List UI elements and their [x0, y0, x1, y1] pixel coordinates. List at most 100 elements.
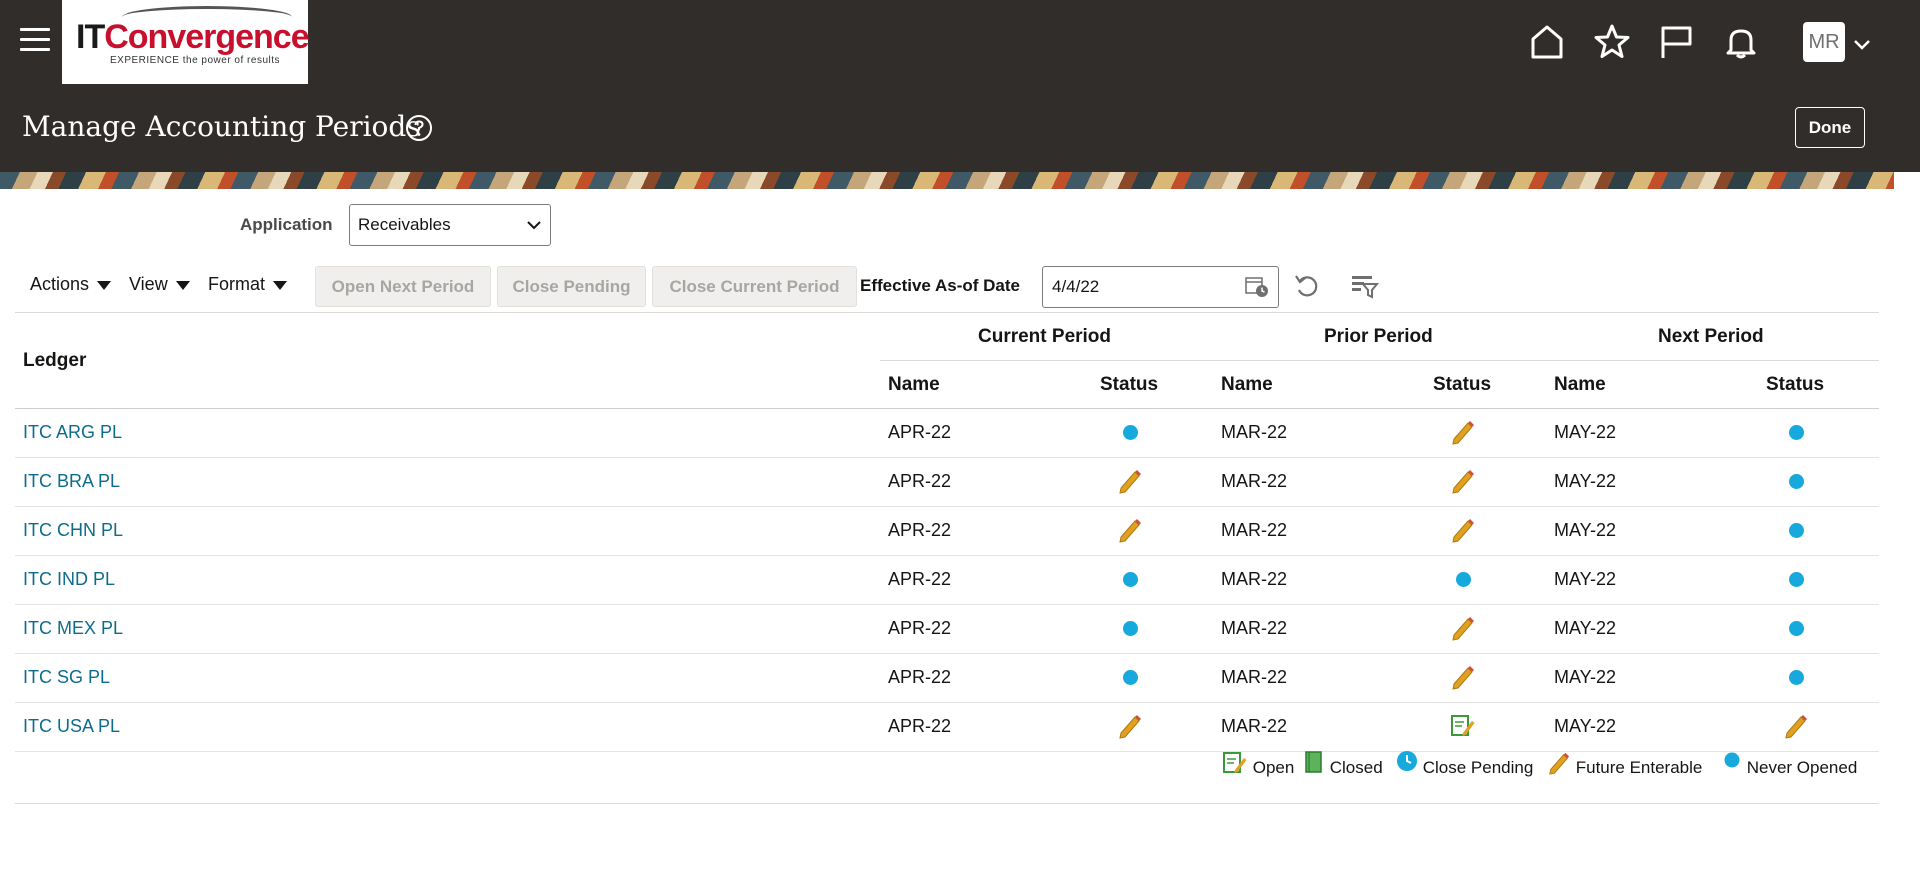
row-divider	[15, 506, 1879, 507]
closed-status-icon	[1305, 751, 1322, 773]
table-top-border	[15, 312, 1879, 313]
next-status-never-opened-icon	[1789, 425, 1804, 440]
current-status-future-enterable-icon	[1117, 517, 1143, 543]
prior-period-name: MAR-22	[1221, 618, 1288, 638]
current-status-never-opened-icon	[1123, 670, 1138, 685]
group-header-divider	[880, 360, 1879, 361]
ledger-link[interactable]: ITC MEX PL	[23, 618, 123, 639]
chevron-down-icon[interactable]	[1850, 32, 1874, 56]
prior-status-future-enterable-icon	[1450, 664, 1476, 690]
row-divider	[15, 457, 1879, 458]
next-period-name: MAY-22	[1554, 716, 1617, 736]
prior-status-future-enterable-icon	[1450, 468, 1476, 494]
next-period-name: MAY-22	[1554, 569, 1617, 589]
help-icon[interactable]	[405, 114, 433, 142]
current-status-never-opened-icon	[1123, 425, 1138, 440]
actions-menu[interactable]: Actions	[30, 274, 112, 295]
next-period-name: MAY-22	[1554, 520, 1617, 540]
prior-status-future-enterable-icon	[1450, 615, 1476, 641]
user-avatar[interactable]: MR	[1803, 22, 1845, 62]
current-period-name: APR-22	[888, 667, 952, 687]
row-divider	[15, 555, 1879, 556]
prior-status-future-enterable-icon	[1450, 517, 1476, 543]
prior-period-name: MAR-22	[1221, 471, 1288, 491]
prior-status-never-opened-icon	[1456, 572, 1471, 587]
next-period-name: MAY-22	[1554, 422, 1617, 442]
calendar-icon[interactable]	[1244, 275, 1270, 299]
next-status-never-opened-icon	[1789, 572, 1804, 587]
flag-icon[interactable]	[1656, 22, 1696, 62]
legend-bottom-border	[15, 803, 1879, 804]
prior-period-name: MAR-22	[1221, 569, 1288, 589]
view-menu[interactable]: View	[129, 274, 190, 295]
next-status-never-opened-icon	[1789, 621, 1804, 636]
prior-period-group-header: Prior Period	[1324, 326, 1433, 347]
ledger-link[interactable]: ITC ARG PL	[23, 422, 122, 443]
header-bottom-border	[15, 408, 1879, 409]
open-next-period-button[interactable]: Open Next Period	[315, 266, 491, 307]
format-menu[interactable]: Format	[208, 274, 288, 295]
future-enterable-status-icon	[1549, 752, 1570, 775]
row-divider	[15, 653, 1879, 654]
next-status-future-enterable-icon	[1783, 713, 1809, 739]
current-status-future-enterable-icon	[1117, 468, 1143, 494]
next-period-group-header: Next Period	[1658, 326, 1764, 347]
current-period-name: APR-22	[888, 520, 952, 540]
prior-period-name: MAR-22	[1221, 422, 1288, 442]
notifications-bell-icon[interactable]	[1721, 22, 1761, 62]
query-by-example-icon[interactable]	[1348, 270, 1380, 302]
current-period-name: APR-22	[888, 471, 952, 491]
next-period-name: MAY-22	[1554, 471, 1617, 491]
home-icon[interactable]	[1527, 22, 1567, 62]
ledger-link[interactable]: ITC USA PL	[23, 716, 120, 737]
company-logo[interactable]: ITConvergence EXPERIENCE the power of re…	[62, 0, 310, 84]
current-status-header[interactable]: Status	[1100, 374, 1158, 396]
current-status-never-opened-icon	[1123, 621, 1138, 636]
current-period-name: APR-22	[888, 618, 952, 638]
current-period-name: APR-22	[888, 716, 952, 736]
prior-period-name: MAR-22	[1221, 667, 1288, 687]
open-status-icon	[1223, 752, 1247, 773]
close-current-period-button[interactable]: Close Current Period	[652, 266, 857, 307]
application-label: Application	[240, 215, 333, 234]
next-period-name: MAY-22	[1554, 667, 1617, 687]
ledger-column-header[interactable]: Ledger	[23, 350, 86, 372]
page-title: Manage Accounting Periods	[22, 110, 421, 143]
application-select[interactable]: Receivables	[349, 204, 551, 246]
close-pending-status-icon	[1397, 751, 1417, 771]
current-period-group-header: Current Period	[978, 326, 1112, 347]
close-pending-button[interactable]: Close Pending	[497, 266, 646, 307]
prior-status-open-icon	[1450, 713, 1476, 739]
refresh-icon[interactable]	[1291, 270, 1323, 302]
current-status-never-opened-icon	[1123, 572, 1138, 587]
next-status-header[interactable]: Status	[1766, 374, 1824, 396]
next-status-never-opened-icon	[1789, 474, 1804, 489]
global-header: ITConvergence EXPERIENCE the power of re…	[0, 0, 1920, 172]
current-status-future-enterable-icon	[1117, 713, 1143, 739]
navigator-menu-icon[interactable]	[20, 28, 50, 54]
favorites-star-icon[interactable]	[1592, 22, 1632, 62]
prior-period-name: MAR-22	[1221, 716, 1288, 736]
prior-name-header[interactable]: Name	[1221, 374, 1273, 396]
next-name-header[interactable]: Name	[1554, 374, 1606, 396]
next-status-never-opened-icon	[1789, 523, 1804, 538]
ledger-link[interactable]: ITC BRA PL	[23, 471, 120, 492]
effective-date-label: Effective As-of Date	[860, 276, 1020, 295]
next-status-never-opened-icon	[1789, 670, 1804, 685]
next-period-name: MAY-22	[1554, 618, 1617, 638]
ledger-link[interactable]: ITC CHN PL	[23, 520, 123, 541]
decorative-banner	[0, 172, 1894, 189]
ledger-link[interactable]: ITC IND PL	[23, 569, 115, 590]
current-period-name: APR-22	[888, 569, 952, 589]
never-opened-status-icon	[1724, 752, 1740, 768]
ledger-link[interactable]: ITC SG PL	[23, 667, 110, 688]
prior-status-future-enterable-icon	[1450, 419, 1476, 445]
current-name-header[interactable]: Name	[888, 374, 940, 396]
row-divider	[15, 702, 1879, 703]
done-button[interactable]: Done	[1795, 107, 1865, 148]
prior-period-name: MAR-22	[1221, 520, 1288, 540]
chevron-down-icon	[527, 221, 541, 230]
effective-date-input[interactable]: 4/4/22	[1042, 266, 1279, 308]
prior-status-header[interactable]: Status	[1433, 374, 1491, 396]
current-period-name: APR-22	[888, 422, 952, 442]
